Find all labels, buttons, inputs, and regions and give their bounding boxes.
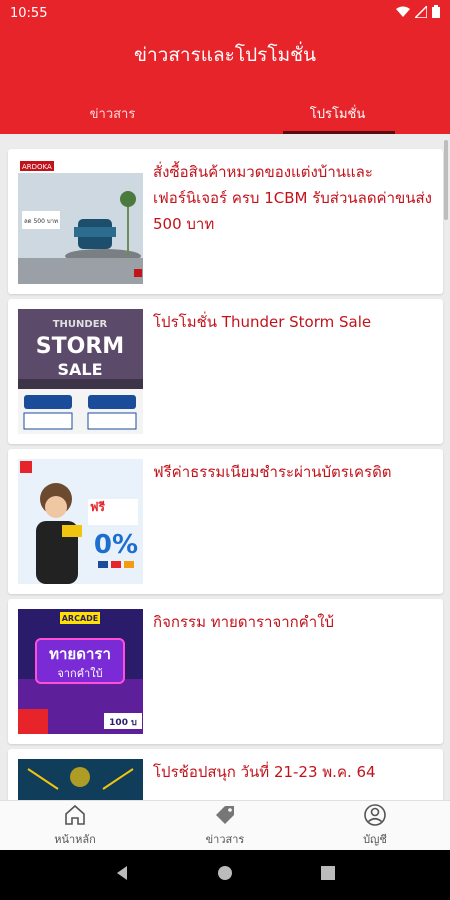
nav-label: บัญชี [363,833,387,846]
home-icon [65,804,85,825]
nav-home[interactable]: หน้าหลัก [0,801,150,850]
nav-account[interactable]: บัญชี [300,801,450,850]
app-bar: ข่าวสารและโปรโมชั่น ข่าวสาร โปรโมชั่น [0,26,450,134]
promotion-thumbnail [18,759,143,800]
account-icon [364,804,386,826]
nav-label: หน้าหลัก [54,833,96,846]
tag-icon [216,806,234,824]
thumb-price: ลด 500 บาท [24,218,58,225]
tab-promotions[interactable]: โปรโมชั่น [225,92,450,134]
promotion-card[interactable]: ฟรี 0% ฟรีค่าธรรมเนียมชำระผ่านบัตรเครดิต [8,449,443,594]
recents-icon[interactable] [320,865,336,885]
thumb-rate: 0% [94,530,138,560]
promotion-title: โปรช้อปสนุก วันที่ 21-23 พ.ค. 64 [153,763,376,781]
promotion-list[interactable]: ARDOKA ลด 500 บาท สั่งซื้อสินค้าหมวดของแ… [0,134,450,800]
promotion-card[interactable]: โปรช้อปสนุก วันที่ 21-23 พ.ค. 64 [8,749,443,800]
thumb-brand: ARDOKA [22,163,52,171]
status-bar: 10:55 [0,0,450,26]
promotion-title: กิจกรรม ทายดาราจากคำใบ้ [153,613,335,631]
thumb-line2: STORM [36,334,124,359]
promotion-thumbnail: ARDOKA ลด 500 บาท [18,159,143,284]
wifi-icon [396,6,410,21]
thumb-line3: SALE [57,360,102,379]
promotion-card[interactable]: ARCADE ทายดารา จากคำใบ้ 100 บ กิจกรรม ทา… [8,599,443,744]
promotion-thumbnail: THUNDER STORM SALE [18,309,143,434]
promotion-card[interactable]: THUNDER STORM SALE โปรโมชั่น Thunder Sto… [8,299,443,444]
back-icon[interactable] [114,865,130,885]
system-navigation-bar [0,850,450,900]
thumb-line2: จากคำใบ้ [57,667,102,680]
battery-icon [432,5,440,21]
page-title: ข่าวสารและโปรโมชั่น [134,44,316,66]
promotion-title: โปรโมชั่น Thunder Storm Sale [153,313,372,331]
promotion-title: ฟรีค่าธรรมเนียมชำระผ่านบัตรเครดิต [153,463,392,481]
thumb-line1: THUNDER [53,319,108,330]
status-time: 10:55 [10,5,48,21]
nav-news[interactable]: ข่าวสาร [150,801,300,850]
tab-news[interactable]: ข่าวสาร [0,92,225,134]
promotion-card[interactable]: ARDOKA ลด 500 บาท สั่งซื้อสินค้าหมวดของแ… [8,149,443,294]
bottom-navigation: หน้าหลัก ข่าวสาร บัญชี [0,800,450,850]
home-circle-icon[interactable] [217,865,233,885]
scrollbar[interactable] [444,140,448,220]
promotion-thumbnail: ฟรี 0% [18,459,143,584]
thumb-line1: ทายดารา [49,645,111,663]
thumb-free: ฟรี [90,500,105,514]
signal-icon [413,3,428,21]
nav-label: ข่าวสาร [205,833,245,846]
tab-bar: ข่าวสาร โปรโมชั่น [0,92,450,134]
promotion-thumbnail: ARCADE ทายดารา จากคำใบ้ 100 บ [18,609,143,734]
thumb-price: 100 บ [109,718,137,728]
thumb-badge: ARCADE [62,614,99,623]
promotion-title: สั่งซื้อสินค้าหมวดของแต่งบ้านและเฟอร์นิเ… [153,163,433,233]
